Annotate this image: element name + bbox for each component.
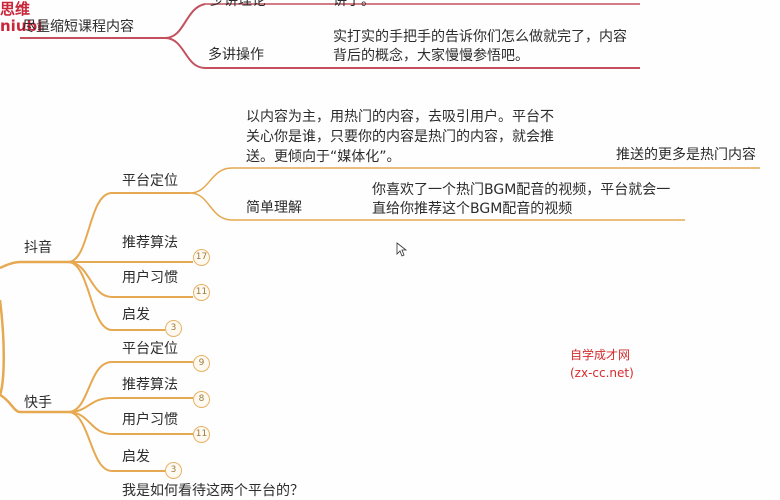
top-root-node[interactable]: 尽量缩短课程内容	[22, 18, 134, 36]
douyin-inspiration-count-badge[interactable]: 3	[165, 320, 182, 337]
kuaishou-algorithm-count-badge[interactable]: 8	[193, 391, 210, 408]
connector-douyin-left	[0, 260, 70, 270]
douyin-algorithm-count-badge[interactable]: 17	[193, 249, 210, 266]
douyin-habit-count-badge[interactable]: 11	[193, 284, 210, 301]
douyin-root-node[interactable]: 抖音	[24, 239, 52, 257]
connector-douyin-to-kuaishou	[0, 299, 5, 396]
douyin-platform-description: 以内容为主，用热门的内容，去吸引用户。平台不关心你是谁，只要你的内容是热门的内容…	[246, 109, 554, 165]
watermark-line2: (zx-cc.net)	[570, 366, 634, 380]
top-item-less-theory-note: 讲了。	[333, 0, 375, 9]
watermark-line1: 自学成才网	[570, 348, 631, 362]
kuaishou-inspiration-count-badge[interactable]: 3	[165, 462, 182, 479]
kuaishou-platform-count-badge[interactable]: 9	[193, 355, 210, 372]
connector-kuaishou-algo	[67, 397, 193, 413]
top-item-more-practice-note: 实打实的手把手的告诉你们怎么做就完了，内容背后的概念，大家慢慢参悟吧。	[333, 29, 627, 64]
douyin-simple-understanding-node[interactable]: 简单理解	[246, 199, 302, 217]
connector-top-root	[140, 3, 206, 39]
kuaishou-habit-count-badge[interactable]: 11	[193, 426, 210, 443]
kuaishou-platform-node[interactable]: 平台定位	[122, 340, 178, 358]
top-item-more-practice[interactable]: 多讲操作	[208, 46, 264, 64]
douyin-platform-side-note: 推送的更多是热门内容	[616, 147, 756, 163]
kuaishou-habit-node[interactable]: 用户习惯	[122, 411, 178, 429]
mindmap-connectors	[0, 3, 760, 472]
kuaishou-root-node[interactable]: 快手	[24, 394, 52, 412]
mouse-pointer-icon	[396, 242, 408, 257]
kuaishou-algorithm-node[interactable]: 推荐算法	[122, 376, 178, 394]
douyin-habit-node[interactable]: 用户习惯	[122, 269, 178, 287]
douyin-simple-understanding-note: 你喜欢了一个热门BGM配音的视频，平台就会一直给你推荐这个BGM配音的视频	[372, 182, 671, 217]
douyin-algorithm-node[interactable]: 推荐算法	[122, 234, 178, 252]
kuaishou-inspiration-node[interactable]: 启发	[122, 448, 150, 466]
bottom-question-node[interactable]: 我是如何看待这两个平台的？	[122, 482, 304, 500]
douyin-platform-node[interactable]: 平台定位	[122, 172, 178, 190]
top-item-less-theory[interactable]: 少讲理论	[210, 0, 266, 10]
douyin-inspiration-node[interactable]: 启发	[122, 306, 150, 324]
